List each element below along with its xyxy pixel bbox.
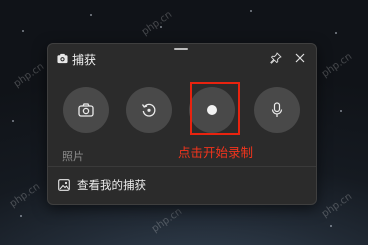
microphone-button[interactable] <box>254 87 300 133</box>
record-highlight-box <box>190 82 240 135</box>
recent-capture-button[interactable] <box>126 87 172 133</box>
close-icon <box>295 53 305 63</box>
close-button[interactable] <box>292 50 308 66</box>
view-captures-label: 查看我的捕获 <box>77 178 146 192</box>
gallery-icon <box>58 179 70 191</box>
annotation-text: 点击开始录制 <box>178 145 254 160</box>
history-icon <box>141 103 156 117</box>
capture-panel: 捕获 照片 查看我的捕获 <box>47 43 317 205</box>
camera-icon <box>57 53 68 64</box>
view-captures-link[interactable]: 查看我的捕获 <box>58 174 146 196</box>
title-bar: 捕获 <box>48 44 316 72</box>
pin-icon <box>270 52 282 64</box>
mode-label: 照片 <box>62 150 84 163</box>
camera-icon <box>78 103 94 117</box>
pin-button[interactable] <box>268 50 284 66</box>
screenshot-button[interactable] <box>63 87 109 133</box>
microphone-icon <box>271 102 283 117</box>
window-title: 捕获 <box>72 53 97 67</box>
divider <box>48 166 316 167</box>
